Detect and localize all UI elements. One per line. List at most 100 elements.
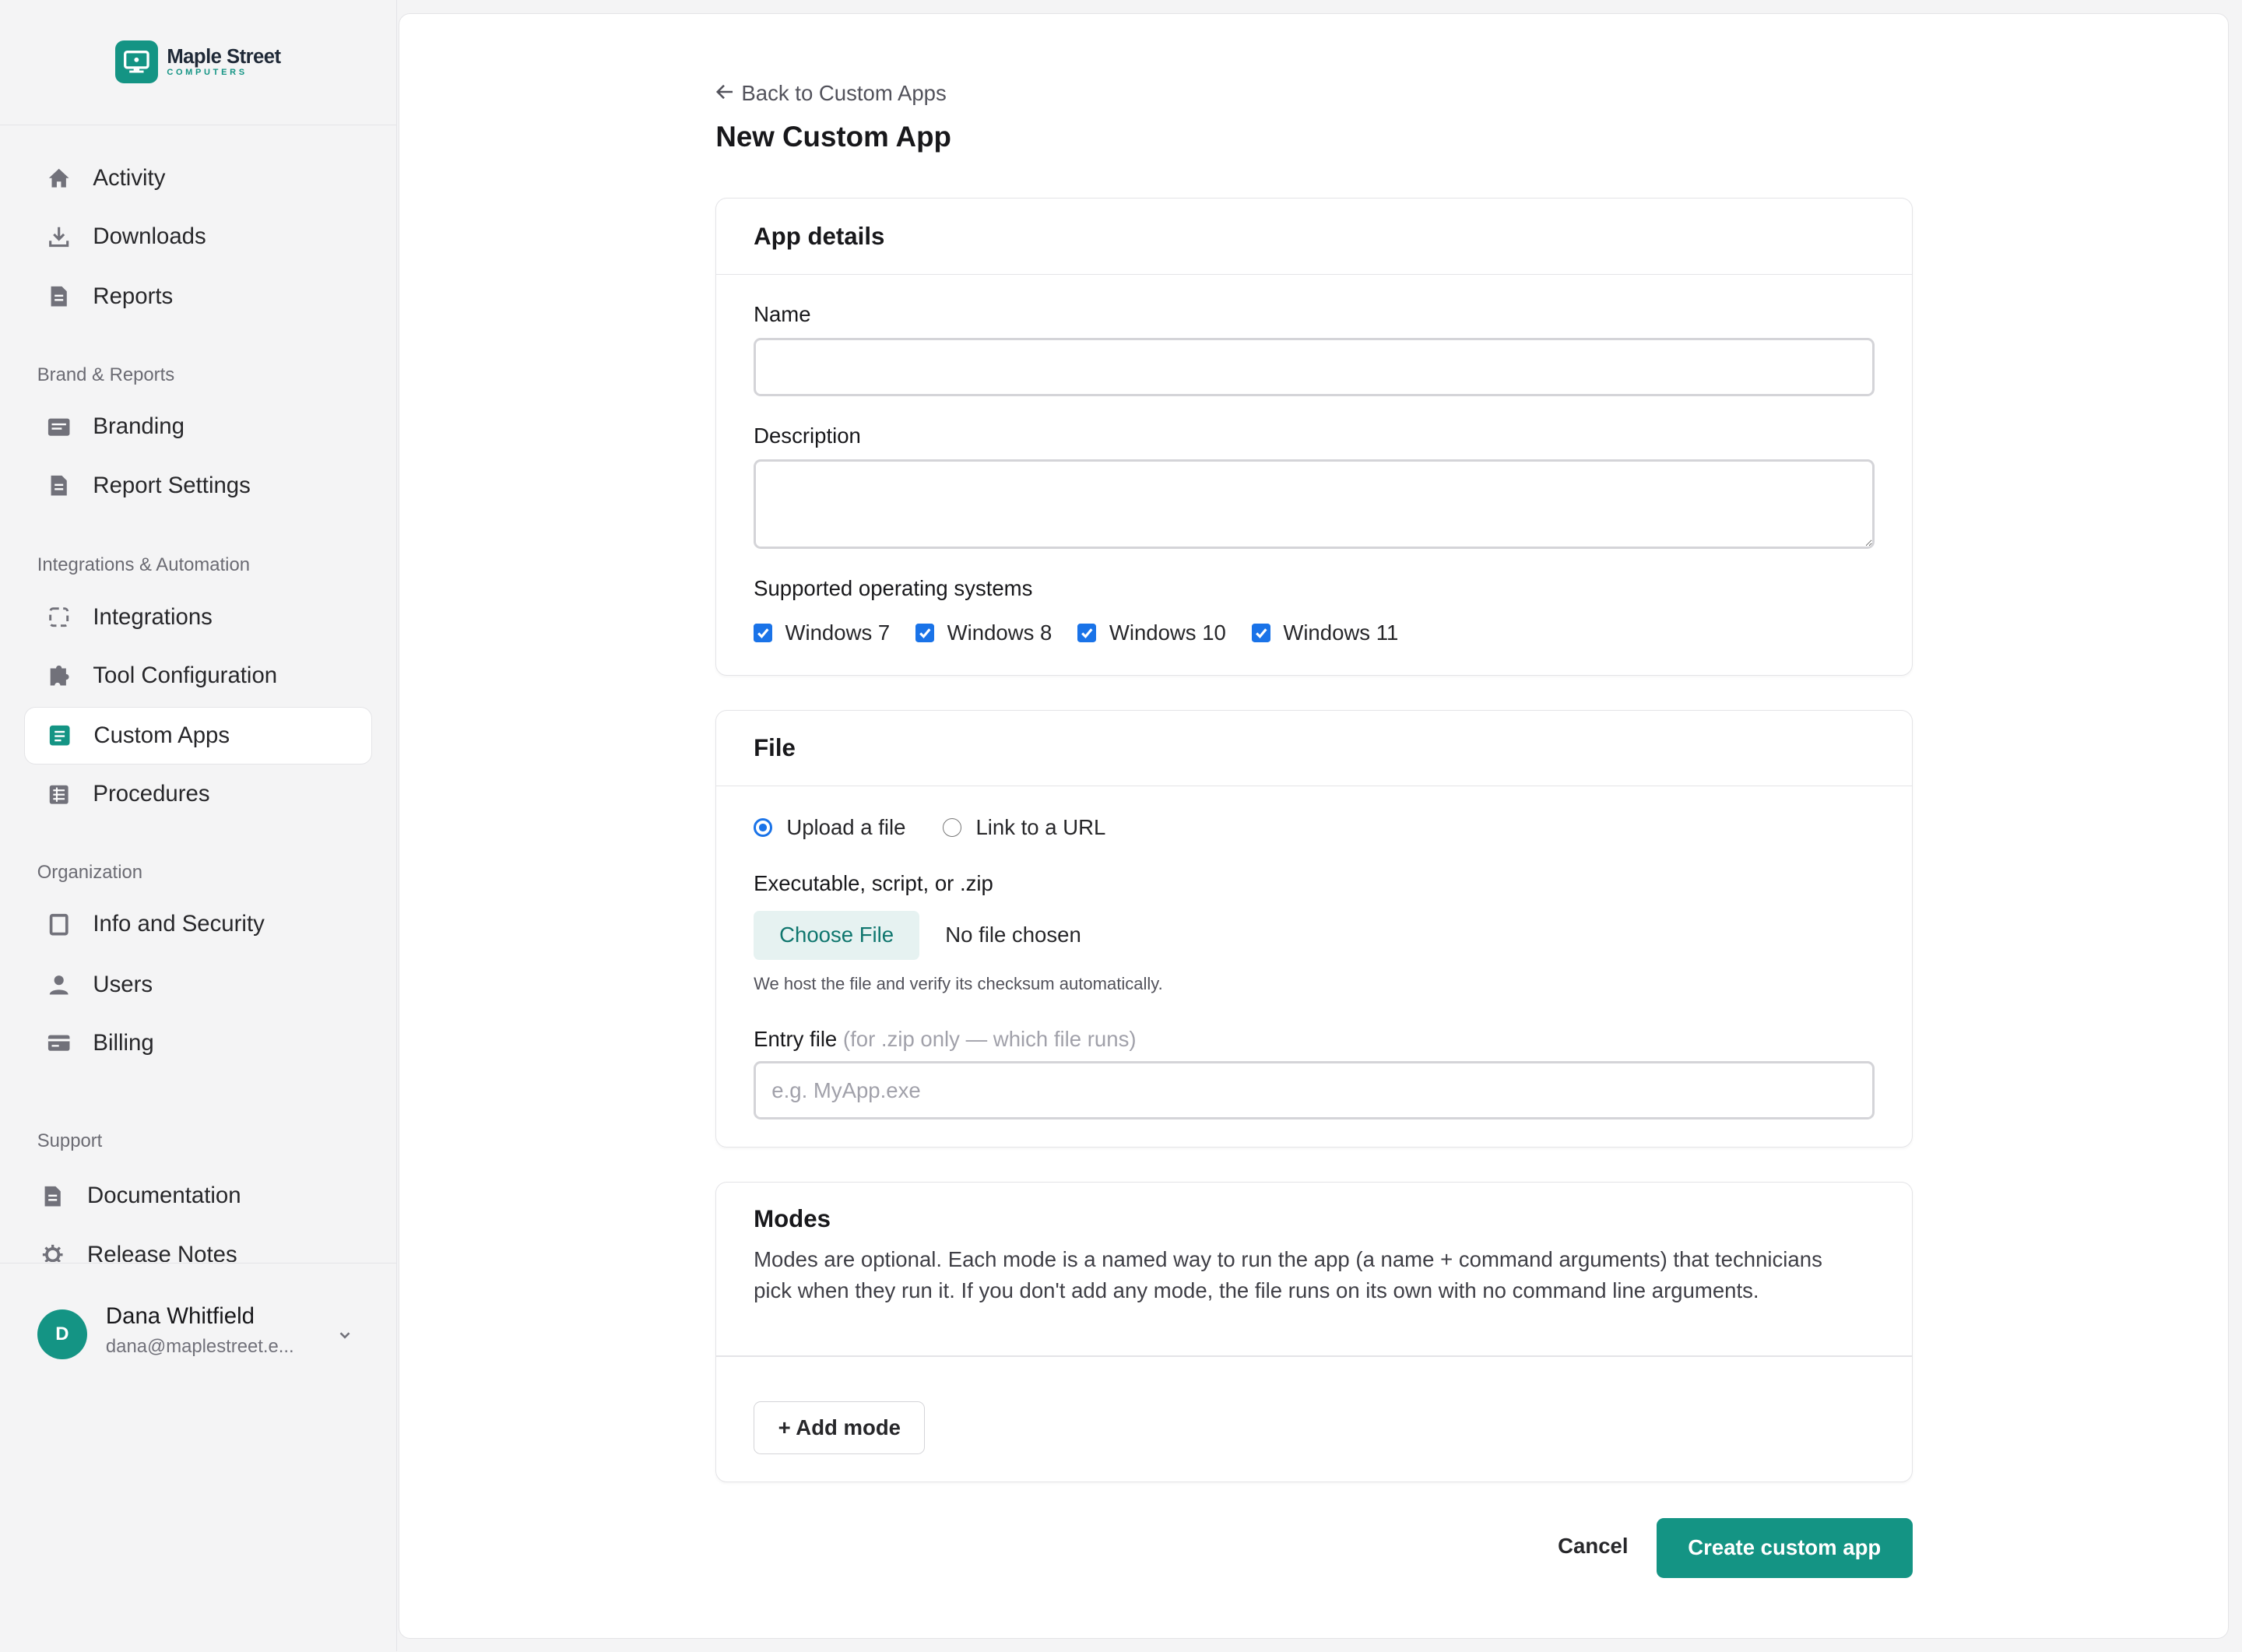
sidebar-item-tool-configuration[interactable]: Tool Configuration bbox=[24, 647, 371, 704]
sidebar-item-label: Users bbox=[93, 971, 153, 997]
sidebar-item-label: Tool Configuration bbox=[93, 662, 278, 688]
card-icon bbox=[46, 414, 72, 440]
sidebar-item-branding[interactable]: Branding bbox=[24, 399, 371, 455]
back-link-label: Back to Custom Apps bbox=[741, 80, 947, 105]
divider bbox=[716, 1355, 1912, 1358]
card-heading: App details bbox=[716, 199, 1912, 275]
choose-file-button[interactable]: Choose File bbox=[754, 911, 920, 960]
sidebar-item-label: Documentation bbox=[87, 1183, 241, 1209]
description-label: Description bbox=[754, 423, 861, 448]
os-option-windows-11[interactable]: Windows 11 bbox=[1251, 620, 1399, 645]
user-menu[interactable]: D Dana Whitfield dana@maplestreet.e... bbox=[0, 1262, 396, 1401]
sidebar-item-label: Branding bbox=[93, 413, 184, 440]
checkbox[interactable] bbox=[915, 624, 935, 643]
os-option-label: Windows 8 bbox=[947, 620, 1052, 645]
os-label: Supported operating systems bbox=[754, 576, 1033, 601]
sidebar-item-procedures[interactable]: Procedures bbox=[24, 766, 371, 823]
sidebar-item-label: Billing bbox=[93, 1029, 154, 1056]
main-panel: Back to Custom Apps New Custom App App d… bbox=[399, 12, 2230, 1639]
sidebar-item-label: Activity bbox=[93, 164, 166, 191]
add-mode-button[interactable]: + Add mode bbox=[754, 1401, 926, 1455]
entry-file-label-text: Entry file bbox=[754, 1026, 838, 1051]
square-icon bbox=[46, 912, 72, 937]
radio-link-url[interactable]: Link to a URL bbox=[943, 815, 1105, 840]
entry-file-input[interactable] bbox=[754, 1060, 1875, 1120]
file-status: No file chosen bbox=[945, 922, 1081, 947]
sidebar-item-documentation[interactable]: Documentation bbox=[24, 1168, 371, 1225]
sidebar-item-label: Report Settings bbox=[93, 472, 251, 498]
sidebar-item-custom-apps[interactable]: Custom Apps bbox=[24, 707, 372, 764]
brand-logo[interactable]: Maple Street COMPUTERS bbox=[115, 40, 281, 84]
user-email: dana@maplestreet.e... bbox=[105, 1336, 294, 1358]
checkbox[interactable] bbox=[1251, 624, 1270, 643]
home-icon bbox=[46, 165, 72, 191]
gear-icon bbox=[40, 1242, 65, 1262]
file-source-radio-group: Upload a file Link to a URL bbox=[754, 815, 1105, 840]
arrow-left-icon bbox=[715, 81, 734, 106]
radio-label: Upload a file bbox=[786, 815, 906, 840]
radio-upload-file[interactable]: Upload a file bbox=[754, 815, 905, 840]
upload-label: Executable, script, or .zip bbox=[754, 870, 993, 895]
puzzle-icon bbox=[46, 663, 72, 688]
radio-button[interactable] bbox=[943, 818, 962, 837]
dashed-square-icon bbox=[46, 604, 72, 630]
cancel-button[interactable]: Cancel bbox=[1558, 1534, 1628, 1559]
os-option-label: Windows 11 bbox=[1283, 620, 1399, 645]
back-link[interactable]: Back to Custom Apps bbox=[715, 80, 947, 106]
sidebar-item-info-and-security[interactable]: Info and Security bbox=[24, 896, 371, 953]
brand-name: Maple Street bbox=[167, 45, 281, 68]
sidebar-item-label: Reports bbox=[93, 283, 174, 310]
sidebar-item-label: Integrations bbox=[93, 603, 213, 630]
file-card: File Upload a file Link to a URL Executa… bbox=[715, 709, 1913, 1148]
credit-card-icon bbox=[46, 1030, 72, 1056]
checkbox[interactable] bbox=[754, 624, 772, 643]
radio-label: Link to a URL bbox=[975, 815, 1106, 840]
section-label-organization: Organization bbox=[37, 861, 143, 883]
document-icon bbox=[46, 284, 72, 310]
sidebar-item-release-notes[interactable]: Release Notes bbox=[24, 1226, 371, 1262]
document-icon bbox=[46, 473, 72, 498]
radio-button[interactable] bbox=[754, 818, 772, 837]
section-label-brand-reports: Brand & Reports bbox=[37, 364, 175, 385]
sidebar-item-downloads[interactable]: Downloads bbox=[24, 208, 371, 265]
modes-card: Modes Modes are optional. Each mode is a… bbox=[715, 1182, 1913, 1482]
os-option-windows-8[interactable]: Windows 8 bbox=[915, 620, 1052, 645]
section-label-integrations: Integrations & Automation bbox=[37, 554, 250, 575]
create-custom-app-button[interactable]: Create custom app bbox=[1656, 1517, 1913, 1578]
sidebar-item-report-settings[interactable]: Report Settings bbox=[24, 457, 371, 514]
user-name: Dana Whitfield bbox=[105, 1303, 255, 1330]
sidebar-item-users[interactable]: Users bbox=[24, 956, 371, 1013]
entry-file-note: (for .zip only — which file runs) bbox=[842, 1026, 1137, 1051]
sidebar: Maple Street COMPUTERS Activity Download… bbox=[0, 0, 397, 1652]
document-icon bbox=[40, 1183, 65, 1209]
logo-area: Maple Street COMPUTERS bbox=[0, 0, 396, 125]
os-option-label: Windows 7 bbox=[785, 620, 891, 645]
entry-file-label: Entry file (for .zip only — which file r… bbox=[754, 1027, 1136, 1052]
app-icon bbox=[47, 723, 72, 749]
description-textarea[interactable] bbox=[754, 459, 1875, 550]
section-label-support: Support bbox=[37, 1130, 103, 1151]
download-icon bbox=[46, 224, 72, 250]
modes-description: Modes are optional. Each mode is a named… bbox=[754, 1247, 1822, 1303]
os-option-windows-7[interactable]: Windows 7 bbox=[754, 620, 890, 645]
sidebar-item-label: Info and Security bbox=[93, 911, 265, 937]
sidebar-item-activity[interactable]: Activity bbox=[24, 149, 371, 206]
avatar: D bbox=[37, 1309, 88, 1359]
chevron-down-icon[interactable] bbox=[336, 1323, 353, 1350]
monitor-logo-icon bbox=[115, 40, 159, 84]
upload-hint: We host the file and verify its checksum… bbox=[754, 973, 1163, 993]
sidebar-item-label: Procedures bbox=[93, 781, 210, 807]
sidebar-item-label: Release Notes bbox=[87, 1241, 237, 1262]
os-checkbox-group: Windows 7 Windows 8 Windows 10 Windows 1… bbox=[754, 620, 1424, 645]
name-label: Name bbox=[754, 301, 811, 326]
os-option-label: Windows 10 bbox=[1109, 620, 1226, 645]
os-option-windows-10[interactable]: Windows 10 bbox=[1077, 620, 1226, 645]
sidebar-item-reports[interactable]: Reports bbox=[24, 268, 371, 325]
sidebar-item-billing[interactable]: Billing bbox=[24, 1014, 371, 1071]
sidebar-item-integrations[interactable]: Integrations bbox=[24, 589, 371, 645]
list-icon bbox=[46, 782, 72, 807]
app-details-card: App details Name Description Supported o… bbox=[715, 198, 1913, 676]
checkbox[interactable] bbox=[1077, 624, 1097, 643]
name-input[interactable] bbox=[754, 337, 1875, 396]
brand-tagline: COMPUTERS bbox=[167, 68, 248, 78]
